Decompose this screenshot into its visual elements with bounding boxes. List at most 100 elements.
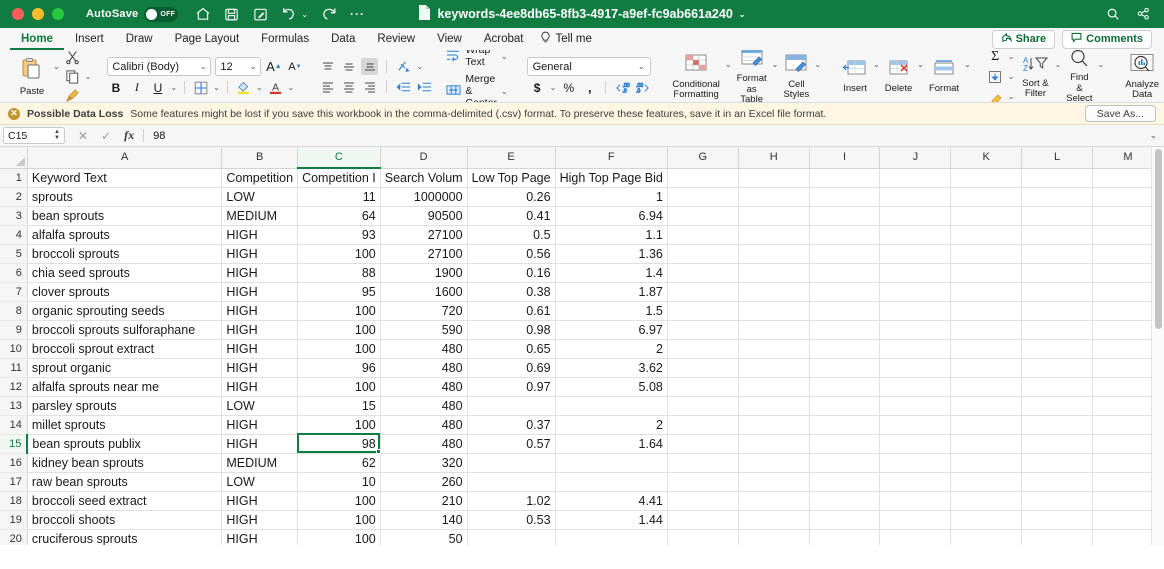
- align-middle-icon[interactable]: [340, 58, 357, 75]
- row-header-1[interactable]: 1: [0, 168, 28, 188]
- merge-center-button[interactable]: Merge & Center ⌄: [443, 72, 510, 102]
- bold-icon[interactable]: B: [107, 79, 124, 96]
- table-row[interactable]: 8 organic sprouting seeds HIGH 100 720 0.61 1.…: [0, 301, 1164, 321]
- tab-review[interactable]: Review: [366, 28, 426, 50]
- fill-down-icon[interactable]: [987, 68, 1004, 85]
- cell-C19[interactable]: 100: [297, 510, 381, 530]
- cell-G5[interactable]: [667, 244, 739, 264]
- borders-icon[interactable]: [192, 79, 209, 96]
- minimize-window-button[interactable]: [32, 8, 44, 20]
- cell-G16[interactable]: [667, 453, 739, 473]
- cell-J8[interactable]: [879, 301, 952, 321]
- cell-L10[interactable]: [1021, 339, 1093, 359]
- cell-E9[interactable]: 0.98: [467, 320, 556, 340]
- tab-formulas[interactable]: Formulas: [250, 28, 320, 50]
- cell-I20[interactable]: [809, 529, 881, 545]
- cell-I17[interactable]: [809, 472, 881, 492]
- insert-cells-chevron-down-icon[interactable]: ⌄: [873, 60, 880, 69]
- tab-insert[interactable]: Insert: [64, 28, 115, 50]
- cell-J14[interactable]: [879, 415, 952, 435]
- fx-icon[interactable]: fx: [124, 128, 134, 143]
- cell-B20[interactable]: HIGH: [221, 529, 299, 545]
- cell-F12[interactable]: 5.08: [555, 377, 668, 397]
- check-icon[interactable]: ✓: [101, 129, 111, 143]
- cell-J19[interactable]: [879, 510, 952, 530]
- cell-H2[interactable]: [738, 187, 810, 207]
- row-header-9[interactable]: 9: [0, 320, 28, 340]
- cell-C6[interactable]: 88: [297, 263, 381, 283]
- merge-center-chevron-down-icon[interactable]: ⌄: [501, 87, 508, 96]
- tab-view[interactable]: View: [426, 28, 473, 50]
- table-row[interactable]: 6 chia seed sprouts HIGH 88 1900 0.16 1.4: [0, 263, 1164, 283]
- cell-H3[interactable]: [738, 206, 810, 226]
- cell-F7[interactable]: 1.87: [555, 282, 668, 302]
- table-row[interactable]: 2 sprouts LOW 11 1000000 0.26 1: [0, 187, 1164, 207]
- cell-J6[interactable]: [879, 263, 952, 283]
- cell-J3[interactable]: [879, 206, 952, 226]
- autosum-icon[interactable]: Σ: [987, 50, 1004, 65]
- number-format-select[interactable]: General ⌄: [526, 57, 651, 76]
- cell-J13[interactable]: [879, 396, 952, 416]
- cell-L2[interactable]: [1021, 187, 1093, 207]
- cell-F9[interactable]: 6.97: [555, 320, 668, 340]
- cell-D9[interactable]: 590: [380, 320, 468, 340]
- cell-L13[interactable]: [1021, 396, 1093, 416]
- cell-G12[interactable]: [667, 377, 739, 397]
- table-row[interactable]: 18 broccoli seed extract HIGH 100 210 1.02 4.4…: [0, 491, 1164, 511]
- search-icon[interactable]: [1104, 6, 1121, 23]
- row-header-10[interactable]: 10: [0, 339, 28, 359]
- cell-G9[interactable]: [667, 320, 739, 340]
- cell-D14[interactable]: 480: [380, 415, 468, 435]
- cell-I4[interactable]: [809, 225, 881, 245]
- cell-L6[interactable]: [1021, 263, 1093, 283]
- cell-L12[interactable]: [1021, 377, 1093, 397]
- font-size-select[interactable]: 12 ⌄: [215, 57, 262, 76]
- cell-F16[interactable]: [555, 453, 668, 473]
- borders-chevron-down-icon[interactable]: ⌄: [213, 83, 220, 92]
- cell-A10[interactable]: broccoli sprout extract: [27, 339, 223, 359]
- cell-H18[interactable]: [738, 491, 810, 511]
- increase-font-size-icon[interactable]: A ▲: [265, 58, 282, 75]
- cell-C12[interactable]: 100: [297, 377, 381, 397]
- column-header-J[interactable]: J: [879, 147, 952, 169]
- vertical-scrollbar-thumb[interactable]: [1155, 149, 1162, 329]
- cell-G14[interactable]: [667, 415, 739, 435]
- cell-D10[interactable]: 480: [380, 339, 468, 359]
- column-header-H[interactable]: H: [738, 147, 810, 169]
- table-row[interactable]: 16 kidney bean sprouts MEDIUM 62 320: [0, 453, 1164, 473]
- cell-K4[interactable]: [950, 225, 1023, 245]
- cell-F10[interactable]: 2: [555, 339, 668, 359]
- cell-L19[interactable]: [1021, 510, 1093, 530]
- cell-A11[interactable]: sprout organic: [27, 358, 223, 378]
- font-color-icon[interactable]: A: [267, 79, 284, 96]
- cell-F3[interactable]: 6.94: [555, 206, 668, 226]
- row-header-20[interactable]: 20: [0, 529, 28, 545]
- cell-B14[interactable]: HIGH: [221, 415, 299, 435]
- row-header-5[interactable]: 5: [0, 244, 28, 264]
- cell-E5[interactable]: 0.56: [467, 244, 556, 264]
- cell-A13[interactable]: parsley sprouts: [27, 396, 223, 416]
- cell-D8[interactable]: 720: [380, 301, 468, 321]
- cell-B1[interactable]: Competition: [221, 168, 299, 188]
- copy-chevron-down-icon[interactable]: ⌄: [85, 72, 92, 81]
- cell-B9[interactable]: HIGH: [221, 320, 299, 340]
- cell-G10[interactable]: [667, 339, 739, 359]
- cell-I10[interactable]: [809, 339, 881, 359]
- autosum-chevron-down-icon[interactable]: ⌄: [1008, 52, 1015, 61]
- cell-C10[interactable]: 100: [297, 339, 381, 359]
- cell-I12[interactable]: [809, 377, 881, 397]
- redo-icon[interactable]: [320, 6, 337, 23]
- cell-B18[interactable]: HIGH: [221, 491, 299, 511]
- cell-K20[interactable]: [950, 529, 1023, 545]
- row-header-17[interactable]: 17: [0, 472, 28, 492]
- cell-C20[interactable]: 100: [297, 529, 381, 545]
- decrease-decimal-icon[interactable]: .00.0: [634, 79, 651, 96]
- find-select-button[interactable]: Find & Select: [1061, 50, 1097, 102]
- home-icon[interactable]: [194, 6, 211, 23]
- more-commands-icon[interactable]: ···: [349, 6, 366, 23]
- align-left-icon[interactable]: [319, 78, 336, 95]
- new-comment-icon[interactable]: [252, 6, 269, 23]
- column-header-K[interactable]: K: [950, 147, 1023, 169]
- comments-button[interactable]: Comments: [1062, 29, 1152, 49]
- cell-I18[interactable]: [809, 491, 881, 511]
